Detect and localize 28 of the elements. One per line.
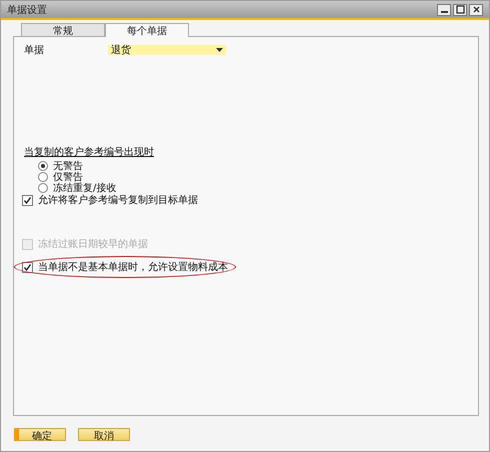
radio-label: 冻结重复/接收	[53, 182, 116, 194]
checkmark-icon	[23, 262, 32, 272]
dropdown-arrow-icon	[216, 48, 223, 52]
field-label: 单据	[24, 44, 45, 57]
radio-label: 仅警告	[53, 170, 83, 182]
checkbox[interactable]	[22, 194, 33, 206]
tab[interactable]: 每个单据	[105, 23, 189, 37]
maximize-button[interactable]	[453, 4, 467, 16]
document-dropdown[interactable]: 退货	[108, 45, 226, 55]
dropdown-value: 退货	[111, 44, 131, 57]
dialog-button[interactable]: 取消	[78, 428, 130, 441]
window-title: 单据设置	[7, 4, 47, 16]
close-button[interactable]	[469, 4, 483, 16]
maximize-icon	[456, 5, 464, 14]
minimize-button[interactable]	[437, 4, 451, 16]
radio-button[interactable]	[38, 172, 48, 182]
checkbox-label: 允许将客户参考编号复制到目标单据	[38, 194, 198, 207]
tab[interactable]: 常规	[21, 23, 105, 36]
checkbox[interactable]	[22, 262, 33, 272]
radio-label: 无警告	[53, 160, 83, 172]
checkbox-label: 当单据不是基本单据时，允许设置物料成本	[38, 260, 228, 274]
radio-button[interactable]	[38, 160, 48, 170]
checkbox-label: 冻结过账日期较早的单据	[38, 238, 148, 251]
dialog-button[interactable]: 确定	[14, 428, 66, 441]
checkmark-icon	[23, 196, 32, 204]
radio-button[interactable]	[38, 182, 48, 192]
close-icon	[472, 5, 480, 14]
section-heading: 当复制的客户参考编号出现时	[24, 146, 154, 159]
